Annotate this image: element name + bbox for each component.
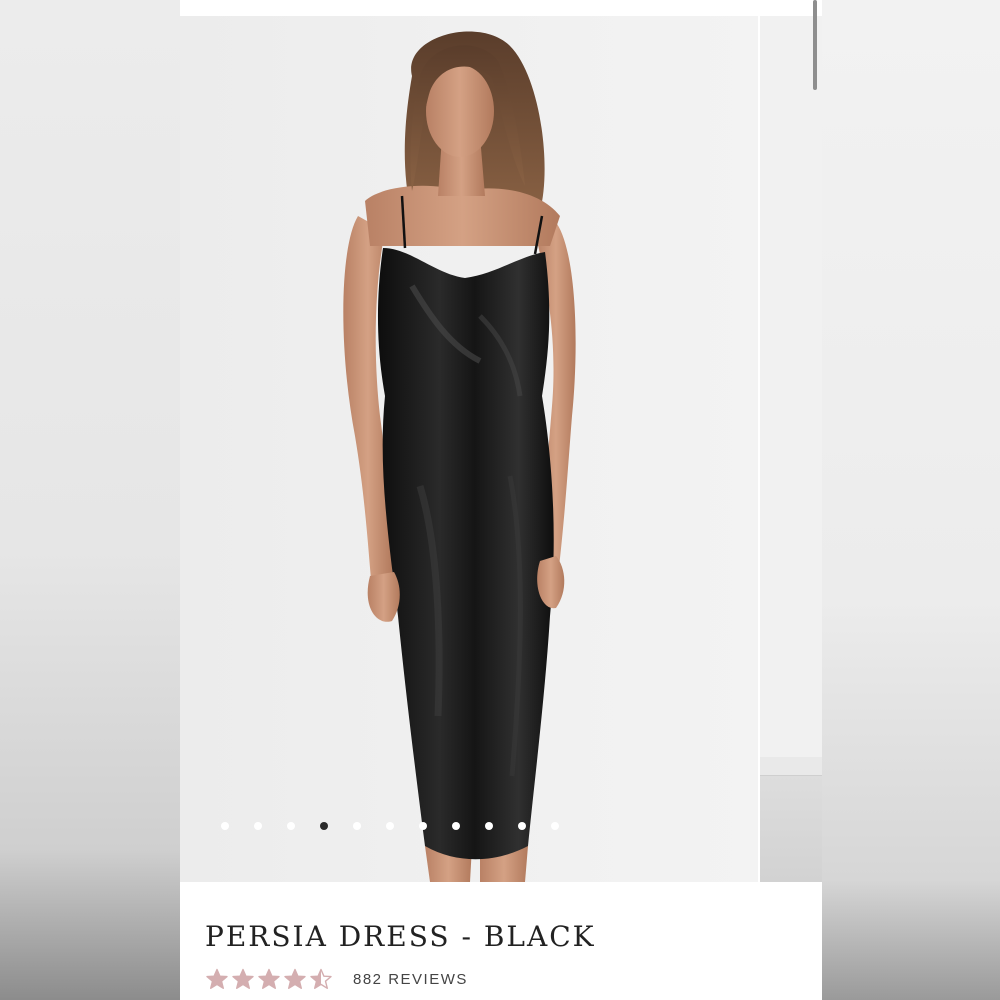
star-half-icon xyxy=(310,968,332,989)
carousel-dot[interactable] xyxy=(208,821,241,831)
product-title: PERSIA DRESS - BLACK xyxy=(205,920,596,953)
carousel-dot[interactable] xyxy=(505,821,538,831)
blurred-background-left xyxy=(0,0,180,1000)
product-info: PERSIA DRESS - BLACK 882 REVIEWS xyxy=(180,882,822,1000)
star-full-icon xyxy=(284,968,306,989)
baseboard xyxy=(760,757,822,776)
product-rating[interactable]: 882 REVIEWS xyxy=(205,968,468,990)
carousel-dot[interactable] xyxy=(406,821,439,831)
carousel-dot[interactable] xyxy=(439,821,472,831)
carousel-dot[interactable] xyxy=(373,821,406,831)
blurred-background-right xyxy=(822,0,1000,1000)
star-full-icon xyxy=(232,968,254,989)
reviews-count-link[interactable]: 882 REVIEWS xyxy=(353,971,468,988)
top-strip xyxy=(180,0,822,16)
product-image[interactable] xyxy=(180,16,758,882)
carousel-dot[interactable] xyxy=(538,821,571,831)
carousel-dot[interactable] xyxy=(307,821,340,831)
screenshot-frame: PERSIA DRESS - BLACK 882 REVIEWS xyxy=(0,0,1000,1000)
star-full-icon xyxy=(206,968,228,989)
next-product-image-peek[interactable] xyxy=(760,16,822,882)
carousel-dot[interactable] xyxy=(241,821,274,831)
carousel-dot[interactable] xyxy=(340,821,373,831)
model-photo xyxy=(343,31,576,882)
product-page: PERSIA DRESS - BLACK 882 REVIEWS xyxy=(180,0,822,1000)
floor xyxy=(760,776,822,882)
carousel-dot[interactable] xyxy=(274,821,307,831)
product-image-carousel[interactable] xyxy=(180,16,822,882)
carousel-dot[interactable] xyxy=(472,821,505,831)
scrollbar[interactable] xyxy=(813,0,817,90)
carousel-pagination xyxy=(208,821,571,831)
rating-stars xyxy=(205,968,333,990)
star-full-icon xyxy=(258,968,280,989)
